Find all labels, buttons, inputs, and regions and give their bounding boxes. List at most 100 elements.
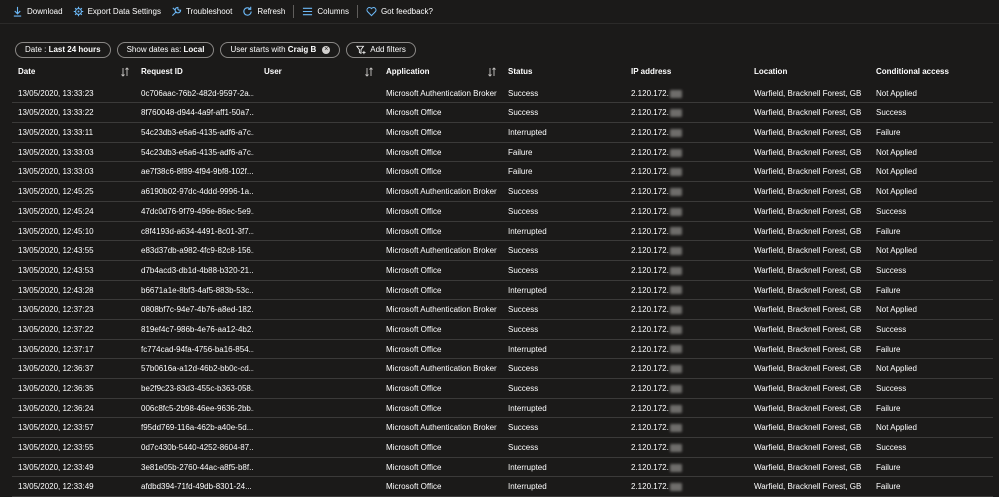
toolbar-divider: [293, 5, 295, 18]
column-header-status[interactable]: Status: [508, 64, 626, 80]
sort-arrows-icon[interactable]: [364, 67, 374, 77]
ip-address-cell: 2.120.172.: [631, 379, 746, 399]
column-header-ip-address[interactable]: IP address: [631, 64, 746, 80]
date-filter-pill[interactable]: Date : Last 24 hours: [15, 41, 111, 58]
application-cell: Microsoft Office: [386, 384, 442, 393]
date-filter-value: Last 24 hours: [48, 45, 101, 54]
location-cell: Warfield, Bracknell Forest, GB: [754, 364, 862, 374]
application-cell: Microsoft Authentication Broker: [386, 364, 497, 374]
table-row[interactable]: 13/05/2020, 12:43:28 b6671a1e-8bf3-4af5-8…: [0, 281, 999, 301]
application-cell: Microsoft Office: [386, 462, 442, 472]
table-row[interactable]: 13/05/2020, 12:37:23 0808bf7c-94e7-4b76-a…: [0, 300, 999, 320]
redacted-ip-octet: [669, 443, 682, 452]
feedback-button[interactable]: Got feedback?: [366, 6, 433, 17]
table-row[interactable]: 13/05/2020, 12:33:57 f95dd769-116a-462b-a…: [0, 418, 999, 438]
redacted-ip-octet: [669, 424, 682, 433]
ip-address-cell: 2.120.172.: [631, 477, 746, 497]
ip-address-text: 2.120.172.: [631, 482, 669, 492]
date-cell: 13/05/2020, 12:33:49: [18, 482, 94, 492]
refresh-button[interactable]: Refresh: [242, 6, 285, 17]
table-row[interactable]: 13/05/2020, 13:33:03 54c23db3-e6a6-4135-a…: [0, 143, 999, 163]
ip-address-wrap: 2.120.172.: [631, 438, 746, 458]
ip-address-cell: 2.120.172.: [631, 182, 746, 202]
sort-arrows-icon[interactable]: [487, 67, 497, 77]
table-row[interactable]: 13/05/2020, 12:37:22 819ef4c7-986b-4e76-a…: [0, 320, 999, 340]
export-data-settings-button[interactable]: Export Data Settings: [73, 6, 161, 17]
add-filter-icon: [356, 45, 370, 55]
column-header-location[interactable]: Location: [754, 64, 872, 80]
request-id-cell: 0808bf7c-94e7-4b76-a8ed-182...: [141, 305, 254, 315]
application-cell: Microsoft Authentication Broker: [386, 88, 497, 98]
user-filter-pill[interactable]: User starts with Craig B ×: [220, 41, 341, 58]
table-row[interactable]: 13/05/2020, 13:33:22 8f760048-d944-4a9f-a…: [0, 103, 999, 123]
show-dates-pill[interactable]: Show dates as: Local: [116, 41, 215, 58]
troubleshoot-button[interactable]: Troubleshoot: [171, 6, 232, 17]
sort-arrows-icon[interactable]: [120, 67, 130, 77]
application-cell: Microsoft Office: [386, 443, 442, 453]
ip-address-text: 2.120.172.: [631, 128, 669, 138]
feedback-label: Got feedback?: [380, 7, 433, 16]
table-row[interactable]: 13/05/2020, 12:45:10 c8f4193d-a634-4491-8…: [0, 222, 999, 242]
date-cell: 13/05/2020, 12:36:37: [18, 364, 94, 374]
table-row[interactable]: 13/05/2020, 12:43:53 d7b4acd3-db1d-4b88-b…: [0, 261, 999, 281]
table-row[interactable]: 13/05/2020, 12:43:55 e83d37db-a982-4fc9-8…: [0, 241, 999, 261]
table-row[interactable]: 13/05/2020, 12:45:24 47dc0d76-9f79-496e-8…: [0, 202, 999, 222]
ip-address-text: 2.120.172.: [631, 88, 669, 98]
table-row[interactable]: 13/05/2020, 12:36:35 be2f9c23-83d3-455c-b…: [0, 379, 999, 399]
location-cell: Warfield, Bracknell Forest, GB: [754, 403, 862, 413]
column-header-request-id[interactable]: Request ID: [141, 64, 254, 80]
table-row[interactable]: 13/05/2020, 13:33:23 0c706aac-76b2-482d-9…: [0, 84, 999, 104]
application-cell: Microsoft Office: [386, 128, 442, 138]
status-cell: Interrupted: [508, 482, 547, 492]
table-row[interactable]: 13/05/2020, 12:36:37 57b0616a-a12d-46b2-b…: [0, 359, 999, 379]
request-id-cell: 006c8fc5-2b98-46ee-9636-2bb...: [141, 403, 254, 413]
status-cell: Success: [508, 423, 539, 433]
add-filters-button[interactable]: Add filters: [346, 41, 416, 58]
columns-button[interactable]: Columns: [302, 6, 349, 17]
download-button[interactable]: Download: [12, 6, 63, 17]
ip-address-wrap: 2.120.172.: [631, 399, 746, 419]
remove-filter-icon[interactable]: ×: [322, 45, 331, 54]
table-row[interactable]: 13/05/2020, 13:33:03 ae7f38c6-8f89-4f94-9…: [0, 162, 999, 182]
status-cell: Interrupted: [508, 285, 547, 295]
application-cell: Microsoft Office: [386, 167, 442, 177]
conditional-access-cell: Failure: [876, 226, 901, 236]
conditional-access-cell: Success: [876, 443, 907, 453]
table-header-row: Date Request ID User Application Status …: [0, 64, 999, 84]
status-cell: Success: [508, 88, 539, 98]
conditional-access-cell: Not Applied: [876, 305, 917, 315]
application-cell: Microsoft Office: [386, 147, 442, 157]
column-header-application[interactable]: Application: [386, 64, 503, 80]
date-cell: 13/05/2020, 13:33:03: [18, 167, 94, 177]
ip-address-wrap: 2.120.172.: [631, 281, 746, 301]
application-cell: Microsoft Office: [386, 324, 442, 334]
redacted-ip-octet: [669, 148, 682, 157]
column-header-date[interactable]: Date: [18, 64, 133, 80]
location-cell: Warfield, Bracknell Forest, GB: [754, 443, 862, 453]
table-row[interactable]: 13/05/2020, 12:33:49 3e81e05b-2760-44ac-a…: [0, 458, 999, 478]
date-cell: 13/05/2020, 12:45:25: [18, 187, 94, 197]
table-row[interactable]: 13/05/2020, 13:33:11 54c23db3-e6a6-4135-a…: [0, 123, 999, 143]
troubleshoot-label: Troubleshoot: [185, 7, 233, 16]
date-cell: 13/05/2020, 12:43:55: [18, 246, 94, 256]
table-row[interactable]: 13/05/2020, 12:36:24 006c8fc5-2b98-46ee-9…: [0, 399, 999, 419]
request-id-cell: afdbd394-71fd-49db-8301-24...: [141, 482, 252, 492]
date-cell: 13/05/2020, 12:36:35: [18, 384, 94, 393]
ip-address-wrap: 2.120.172.: [631, 162, 746, 182]
redacted-ip-octet: [669, 187, 682, 196]
table-row[interactable]: 13/05/2020, 12:33:49 afdbd394-71fd-49db-8…: [0, 477, 999, 497]
location-cell: Warfield, Bracknell Forest, GB: [754, 423, 862, 433]
table-row[interactable]: 13/05/2020, 12:45:25 a6190b02-97dc-4ddd-9…: [0, 182, 999, 202]
column-header-conditional-access[interactable]: Conditional access: [876, 64, 996, 80]
refresh-label: Refresh: [257, 7, 286, 16]
date-cell: 13/05/2020, 12:43:53: [18, 265, 94, 275]
status-cell: Success: [508, 246, 539, 256]
download-label: Download: [27, 7, 63, 16]
column-header-user[interactable]: User: [264, 64, 379, 80]
conditional-access-cell: Not Applied: [876, 147, 917, 157]
status-cell: Success: [508, 324, 539, 334]
redacted-ip-octet: [669, 404, 682, 413]
table-row[interactable]: 13/05/2020, 12:33:55 0d7c430b-5440-4252-8…: [0, 438, 999, 458]
location-cell: Warfield, Bracknell Forest, GB: [754, 246, 862, 256]
table-row[interactable]: 13/05/2020, 12:37:17 fc774cad-94fa-4756-b…: [0, 340, 999, 360]
